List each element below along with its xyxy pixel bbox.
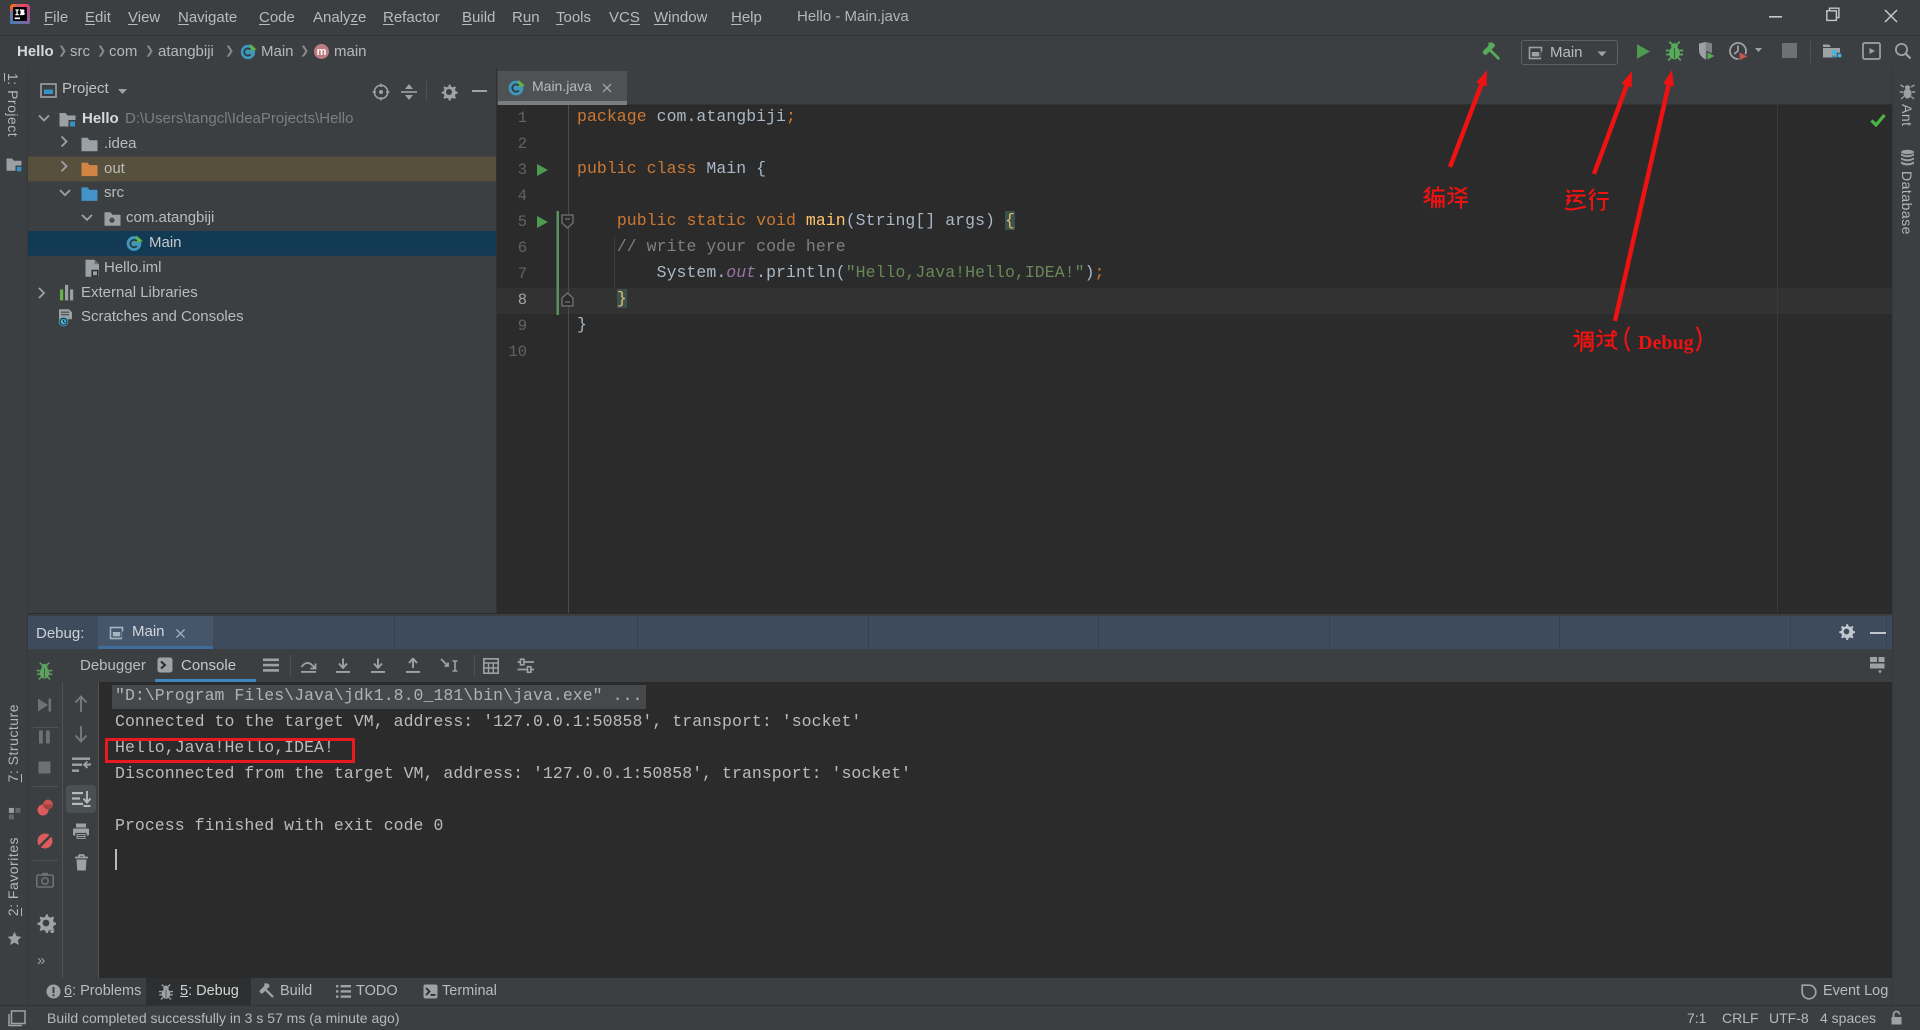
svg-text:m: m [317,46,327,58]
